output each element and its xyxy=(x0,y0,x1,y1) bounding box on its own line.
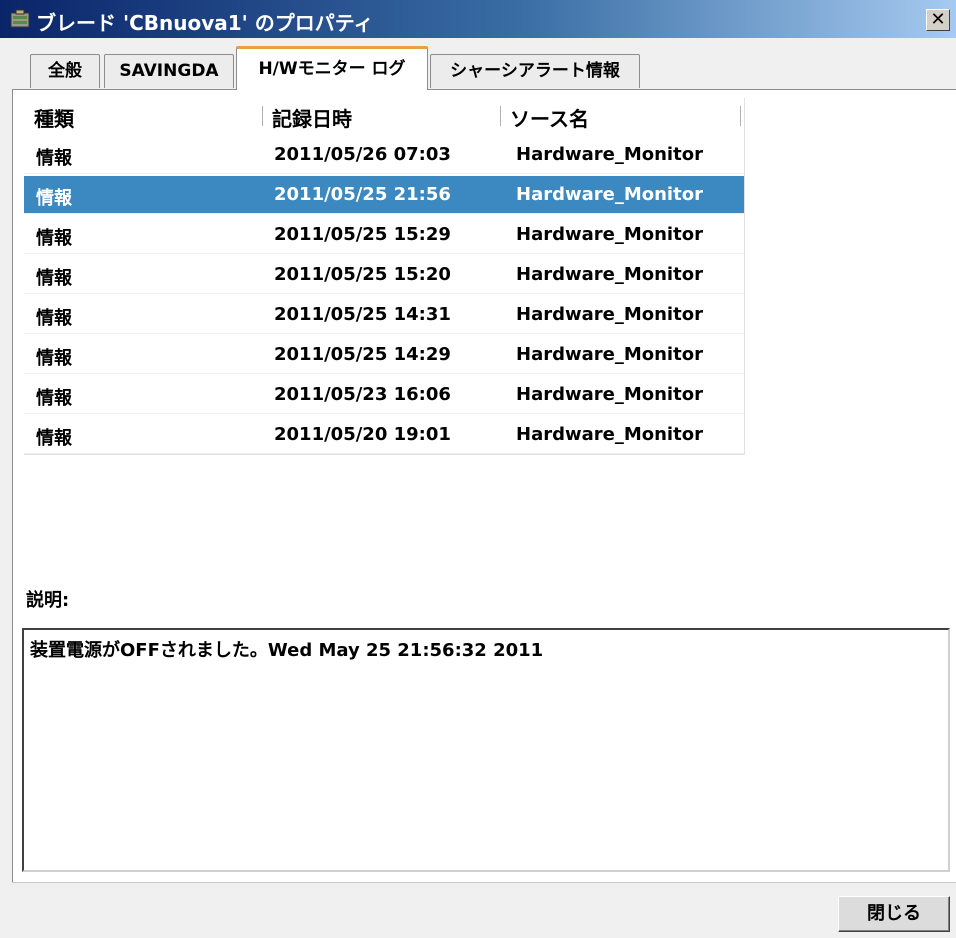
cell-datetime: 2011/05/26 07:03 xyxy=(274,144,451,165)
table-row[interactable]: 情報 2011/05/25 15:20 Hardware_Monitor xyxy=(24,256,744,294)
cell-source: Hardware_Monitor xyxy=(516,384,703,405)
title-bar: ブレード 'CBnuova1' のプロパティ ✕ xyxy=(0,0,956,38)
tab-hw-monitor-log[interactable]: H/Wモニター ログ xyxy=(236,46,428,90)
tab-savingda[interactable]: SAVINGDA xyxy=(104,54,234,88)
cell-type: 情報 xyxy=(36,148,72,169)
close-button[interactable]: 閉じる xyxy=(838,896,950,932)
tab-chassis-alert-info[interactable]: シャーシアラート情報 xyxy=(430,54,640,88)
description-textbox[interactable]: 装置電源がOFFされました。Wed May 25 21:56:32 2011 xyxy=(22,628,950,872)
cell-type: 情報 xyxy=(36,268,72,289)
table-row[interactable]: 情報 2011/05/23 16:06 Hardware_Monitor xyxy=(24,376,744,414)
table-row[interactable]: 情報 2011/05/25 14:29 Hardware_Monitor xyxy=(24,336,744,374)
cell-datetime: 2011/05/25 14:31 xyxy=(274,304,451,325)
blade-server-icon xyxy=(10,9,30,29)
cell-source: Hardware_Monitor xyxy=(516,344,703,365)
cell-type: 情報 xyxy=(36,308,72,329)
cell-datetime: 2011/05/23 16:06 xyxy=(274,384,451,405)
description-text: 装置電源がOFFされました。Wed May 25 21:56:32 2011 xyxy=(30,640,544,661)
cell-type: 情報 xyxy=(36,388,72,409)
column-header-type[interactable]: 種類 xyxy=(34,103,74,132)
table-row[interactable]: 情報 2011/05/25 15:29 Hardware_Monitor xyxy=(24,216,744,254)
cell-datetime: 2011/05/25 15:20 xyxy=(274,264,451,285)
cell-source: Hardware_Monitor xyxy=(516,424,703,445)
cell-datetime: 2011/05/25 15:29 xyxy=(274,224,451,245)
column-header-source[interactable]: ソース名 xyxy=(510,103,589,132)
column-divider[interactable] xyxy=(740,106,741,126)
cell-datetime: 2011/05/25 14:29 xyxy=(274,344,451,365)
cell-type: 情報 xyxy=(36,428,72,449)
column-header-datetime[interactable]: 記録日時 xyxy=(272,103,352,132)
table-row[interactable]: 情報 2011/05/20 19:01 Hardware_Monitor xyxy=(24,416,744,454)
table-row[interactable]: 情報 2011/05/25 21:56 Hardware_Monitor xyxy=(24,176,744,214)
cell-datetime: 2011/05/20 19:01 xyxy=(274,424,451,445)
cell-type: 情報 xyxy=(36,348,72,369)
cell-source: Hardware_Monitor xyxy=(516,264,703,285)
window-title: ブレード 'CBnuova1' のプロパティ xyxy=(36,11,374,35)
table-row[interactable]: 情報 2011/05/25 14:31 Hardware_Monitor xyxy=(24,296,744,334)
dialog-footer xyxy=(12,882,956,938)
cell-datetime: 2011/05/25 21:56 xyxy=(274,184,451,205)
cell-type: 情報 xyxy=(36,228,72,249)
description-label: 説明: xyxy=(26,590,70,611)
cell-source: Hardware_Monitor xyxy=(516,304,703,325)
log-list[interactable]: 種類 記録日時 ソース名 情報 2011/05/26 07:03 Hardware_… xyxy=(24,98,745,455)
close-window-button[interactable]: ✕ xyxy=(926,9,950,31)
tab-strip: 全般 SAVINGDA H/Wモニター ログ シャーシアラート情報 xyxy=(0,46,956,90)
column-divider[interactable] xyxy=(262,106,263,126)
cell-source: Hardware_Monitor xyxy=(516,184,703,205)
table-row[interactable]: 情報 2011/05/26 07:03 Hardware_Monitor xyxy=(24,136,744,174)
column-divider[interactable] xyxy=(500,106,501,126)
cell-type: 情報 xyxy=(36,188,72,209)
list-header: 種類 記録日時 ソース名 xyxy=(24,98,744,134)
cell-source: Hardware_Monitor xyxy=(516,224,703,245)
cell-source: Hardware_Monitor xyxy=(516,144,703,165)
tab-general[interactable]: 全般 xyxy=(30,54,100,88)
